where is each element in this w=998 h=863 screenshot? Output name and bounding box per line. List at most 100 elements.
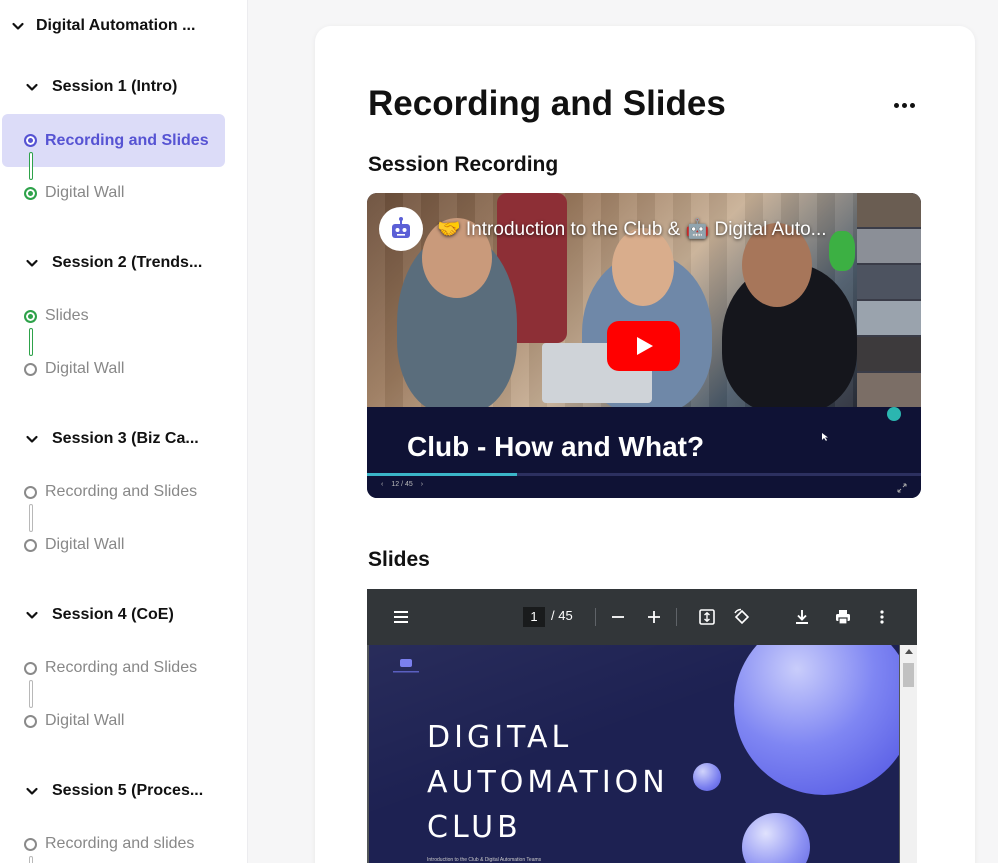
progress-connector [29,856,33,863]
toolbar-divider [676,608,677,626]
progress-connector [29,680,33,708]
session-label: Session 4 (CoE) [52,606,174,623]
pdf-scrollbar[interactable] [900,645,917,863]
session-label: Session 2 (Trends... [52,254,203,271]
lesson-item-s4-wall[interactable]: Digital Wall [14,708,226,734]
session-toggle-2[interactable]: Session 2 (Trends... [24,251,224,275]
video-slide-progress [367,473,921,476]
complete-status-icon [24,309,37,323]
chevron-left-icon[interactable]: ‹ [381,481,383,488]
incomplete-status-icon [24,485,37,499]
thumbnail-decoration [829,231,855,271]
lesson-item-s2-slides[interactable]: Slides [14,303,226,329]
chevron-down-icon [24,431,40,447]
progress-connector [29,328,33,356]
page-total: / 45 [551,608,573,623]
channel-avatar[interactable] [379,207,423,251]
more-horizontal-icon [893,102,899,108]
lesson-item-s5-recording[interactable]: Recording and slides [14,831,226,857]
lesson-label: Digital Wall [45,184,125,201]
page-number-input[interactable]: 1 [523,607,545,627]
lesson-item-s4-recording[interactable]: Recording and Slides [14,655,226,681]
page-title: Recording and Slides [368,84,726,123]
lesson-label: Recording and slides [45,835,195,852]
video-decoration [887,407,901,421]
fit-page-icon[interactable] [697,607,717,627]
slide-title-line: CLUB [427,810,522,845]
rotate-icon[interactable] [732,607,752,627]
session-toggle-4[interactable]: Session 4 (CoE) [24,603,224,627]
lesson-item-s1-wall[interactable]: Digital Wall [14,180,226,206]
embedded-slide-counter: 12 / 45 [391,481,413,488]
download-icon[interactable] [792,607,812,627]
session-toggle-3[interactable]: Session 3 (Biz Ca... [24,427,224,451]
lesson-label: Recording and Slides [45,483,198,500]
menu-icon[interactable] [391,607,411,627]
video-slide-progress-fill [367,473,517,476]
lesson-label: Digital Wall [45,712,125,729]
lesson-label: Slides [45,307,89,324]
lesson-item-s3-wall[interactable]: Digital Wall [14,532,226,558]
play-icon [636,337,653,355]
course-title-toggle[interactable]: Digital Automation ... [10,14,238,38]
play-button[interactable] [607,321,680,371]
current-status-icon [24,134,37,147]
lesson-label: Recording and Slides [45,659,198,676]
lesson-item-s1-recording[interactable]: Recording and Slides [2,114,225,167]
decorative-orb [693,763,721,791]
lesson-item-s2-wall[interactable]: Digital Wall [14,356,226,382]
incomplete-status-icon [24,362,37,376]
incomplete-status-icon [24,538,37,552]
more-options-button[interactable] [891,96,917,114]
video-slide-caption: Club - How and What? [407,431,705,462]
video-title[interactable]: 🤝 Introduction to the Club & 🤖 Digital A… [437,217,827,241]
progress-connector [29,504,33,532]
course-title: Digital Automation ... [36,17,196,34]
progress-connector [29,152,33,180]
zoom-out-icon[interactable] [608,607,628,627]
session-label: Session 1 (Intro) [52,78,178,95]
pdf-viewer[interactable]: 1 / 45 DIGITAL AUTOMATION CLUB Introduct… [367,589,917,863]
incomplete-status-icon [24,837,37,851]
chevron-down-icon [24,255,40,271]
chevron-down-icon [24,79,40,95]
chevron-right-icon[interactable]: › [421,481,423,488]
video-player[interactable]: Club - How and What? 🤝 Introduction to t… [367,193,921,498]
slide-subtitle: Introduction to the Club & Digital Autom… [427,857,542,863]
more-dot [901,102,907,108]
club-logo-icon [393,659,419,673]
session-label: Session 5 (Proces... [52,782,204,799]
pdf-page: DIGITAL AUTOMATION CLUB Introduction to … [369,645,899,863]
toolbar-divider [595,608,596,626]
chevron-down-icon [10,18,26,34]
more-vertical-icon[interactable] [872,607,892,627]
print-icon[interactable] [833,607,853,627]
pdf-toolbar: 1 / 45 [367,589,917,645]
scroll-up-icon[interactable] [905,649,913,654]
video-title-row[interactable]: 🤝 Introduction to the Club & 🤖 Digital A… [379,207,827,251]
complete-status-icon [24,186,37,200]
more-dot [909,102,915,108]
slide-title-line: AUTOMATION [427,765,669,800]
chevron-down-icon [24,783,40,799]
lesson-label: Digital Wall [45,360,125,377]
zoom-in-icon[interactable] [644,607,664,627]
slides-heading: Slides [368,548,430,571]
incomplete-status-icon [24,714,37,728]
session-toggle-5[interactable]: Session 5 (Proces... [24,779,224,803]
incomplete-status-icon [24,661,37,675]
robot-icon [392,217,410,238]
lesson-item-s3-recording[interactable]: Recording and Slides [14,479,226,505]
mouse-cursor-icon [822,433,828,441]
course-sidebar: Digital Automation ... Session 1 (Intro)… [0,0,248,863]
lesson-content-card: Recording and Slides Session Recording C… [315,26,975,863]
expand-icon[interactable] [897,483,907,493]
lesson-label: Recording and Slides [45,131,209,149]
session-label: Session 3 (Biz Ca... [52,430,199,447]
session-toggle-1[interactable]: Session 1 (Intro) [24,75,224,99]
chevron-down-icon [24,607,40,623]
slide-title-line: DIGITAL [427,720,573,755]
embedded-slide-nav[interactable]: ‹ 12 / 45 › [381,481,423,488]
slide-title: DIGITAL AUTOMATION CLUB [427,715,669,850]
scrollbar-thumb[interactable] [903,663,914,687]
